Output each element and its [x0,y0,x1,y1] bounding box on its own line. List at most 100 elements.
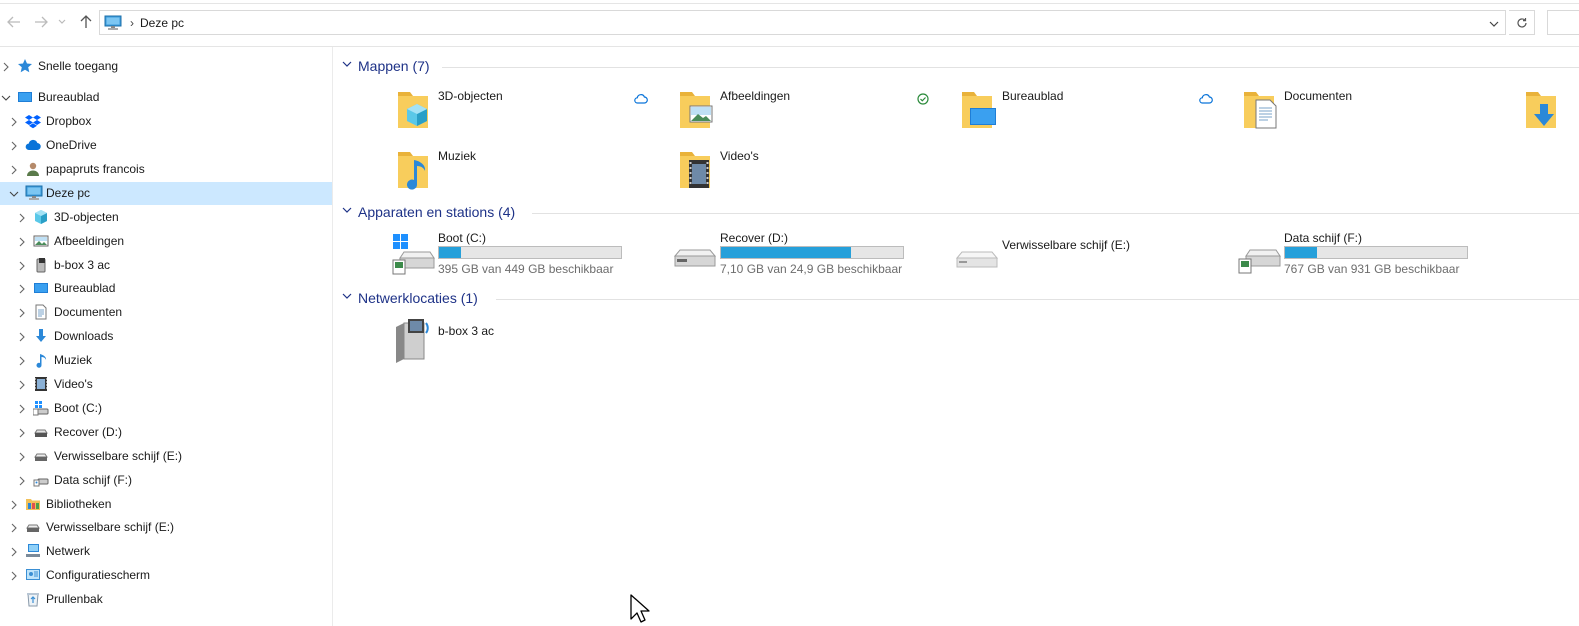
nav-item-bureaublad[interactable]: Bureaublad [0,277,332,300]
nav-item-bibliotheken[interactable]: Bibliotheken [0,493,332,516]
group-header-folders[interactable]: Mappen (7) [342,56,1579,76]
chevron-right-icon[interactable] [9,164,19,175]
chevron-right-icon[interactable] [9,140,19,151]
forward-button[interactable] [32,13,50,31]
drive-tile-verwisselbare-schijf-e[interactable]: Verwisselbare schijf (E:) [954,230,1224,280]
folder-tile-muziek[interactable]: Muziek [390,146,660,198]
folder-documents-icon [1236,86,1282,132]
drive-tile-data-schijf-f[interactable]: Data schijf (F:) 767 GB van 931 GB beschi… [1236,230,1506,280]
chevron-right-icon[interactable] [17,355,27,366]
refresh-button[interactable] [1509,10,1535,35]
nav-item-muziek[interactable]: Muziek [0,349,332,372]
group-divider [532,213,1579,214]
nav-item-verwisselbare-schijf-e[interactable]: Verwisselbare schijf (E:) [0,516,332,539]
address-history-dropdown[interactable] [1489,17,1499,31]
drive-tile-boot-c[interactable]: Boot (C:) 395 GB van 449 GB beschikbaar [390,230,660,280]
cube-icon [33,209,49,225]
nav-item-downloads[interactable]: Downloads [0,325,332,348]
network-location-name: b-box 3 ac [438,324,495,338]
nav-item-papapruts-francois[interactable]: papapruts francois [0,158,332,181]
group-title-network: Netwerklocaties (1) [358,290,478,306]
drive-tile-recover-d[interactable]: Recover (D:) 7,10 GB van 24,9 GB beschikb… [672,230,942,280]
nav-item-label: Documenten [54,305,123,319]
chevron-down-icon[interactable] [1,92,11,102]
nav-item-recover-d[interactable]: Recover (D:) [0,421,332,444]
nav-item-label: Netwerk [46,544,91,558]
drive-name: Boot (C:) [438,231,487,245]
nav-item-video-s[interactable]: Video's [0,373,332,396]
address-bar[interactable]: › Deze pc [99,10,1506,35]
chevron-right-icon[interactable] [17,212,27,223]
nav-item-label: Prullenbak [46,592,103,606]
nav-item-bureaublad[interactable]: Bureaublad [0,86,332,109]
folder-tile-afbeeldingen[interactable]: Afbeeldingen [672,86,942,138]
folder-name: Bureaublad [1002,89,1064,103]
pictures-icon [33,233,49,249]
shared-drive-icon [33,472,49,488]
nav-item-verwisselbare-schijf-e[interactable]: Verwisselbare schijf (E:) [0,445,332,468]
navigation-pane: Snelle toegang Bureaublad Dropbox OneDrive p… [0,47,333,626]
nav-item-documenten[interactable]: Documenten [0,301,332,324]
cloud-icon [1199,93,1213,108]
chevron-right-icon[interactable] [17,283,27,294]
breadcrumb-deze-pc[interactable]: Deze pc [140,16,184,30]
drive-usage-bar [438,246,622,259]
nav-item-label: Verwisselbare schijf (E:) [54,449,183,463]
nav-item-netwerk[interactable]: Netwerk [0,540,332,563]
nav-item-data-schijf-f[interactable]: Data schijf (F:) [0,469,332,492]
nav-item-onedrive[interactable]: OneDrive [0,134,332,157]
chevron-down-icon[interactable] [9,188,19,198]
folder-tile-video-s[interactable]: Video's [672,146,942,198]
nav-item-label: Video's [54,377,93,391]
chevron-right-icon[interactable] [17,236,27,247]
nav-item-afbeeldingen[interactable]: Afbeeldingen [0,230,332,253]
chevron-right-icon[interactable] [17,379,27,390]
drive-usage-fill [439,247,461,258]
nav-item-label: Bureaublad [38,90,100,104]
nav-item-prullenbak[interactable]: Prullenbak [0,588,332,611]
folder-tile-documenten[interactable]: Documenten [1236,86,1506,138]
chevron-right-icon[interactable] [9,499,19,510]
recent-locations-button[interactable] [56,13,68,31]
network-tile-b-box-3-ac[interactable]: b-box 3 ac [390,317,660,369]
folder-tile-3d-objecten[interactable]: 3D-objecten [390,86,660,138]
chevron-right-icon[interactable] [17,451,27,462]
chevron-right-icon[interactable] [9,522,19,533]
chevron-right-icon[interactable] [9,116,19,127]
search-box[interactable] [1547,10,1579,35]
nav-item-label: Deze pc [46,186,91,200]
folder-tile-downloads[interactable] [1518,86,1579,138]
chevron-right-icon[interactable] [17,260,27,271]
network-icon [25,543,41,559]
chevron-down-icon [342,207,352,213]
nav-item-3d-objecten[interactable]: 3D-objecten [0,206,332,229]
up-button[interactable] [77,13,95,31]
chevron-right-icon[interactable] [17,403,27,414]
chevron-right-icon[interactable] [17,331,27,342]
arrow-left-icon [7,16,20,28]
group-header-devices[interactable]: Apparaten en stations (4) [342,202,1579,222]
nav-item-label: Data schijf (F:) [54,473,133,487]
nav-item-b-box-3-ac[interactable]: b-box 3 ac [0,254,332,277]
nav-item-dropbox[interactable]: Dropbox [0,110,332,133]
folder-tile-bureaublad[interactable]: Bureaublad [954,86,1224,138]
chevron-down-icon [342,293,352,299]
nav-item-configuratiescherm[interactable]: Configuratiescherm [0,564,332,587]
chevron-right-icon[interactable] [9,546,19,557]
group-divider [496,299,1579,300]
chevron-right-icon[interactable] [1,61,11,72]
mouse-cursor-icon [630,594,650,623]
back-button[interactable] [5,13,23,31]
arrow-right-icon [35,16,48,28]
chevron-right-icon[interactable] [17,475,27,486]
cloud-icon [25,137,41,153]
nav-item-label: b-box 3 ac [54,258,111,272]
nav-item-snelle-toegang[interactable]: Snelle toegang [0,55,332,78]
group-header-network[interactable]: Netwerklocaties (1) [342,288,1579,308]
nav-item-boot-c[interactable]: Boot (C:) [0,397,332,420]
chevron-right-icon[interactable] [9,570,19,581]
media-device-icon [33,257,49,273]
nav-item-deze-pc[interactable]: Deze pc [0,182,332,205]
chevron-right-icon[interactable] [17,307,27,318]
chevron-right-icon[interactable] [17,427,27,438]
